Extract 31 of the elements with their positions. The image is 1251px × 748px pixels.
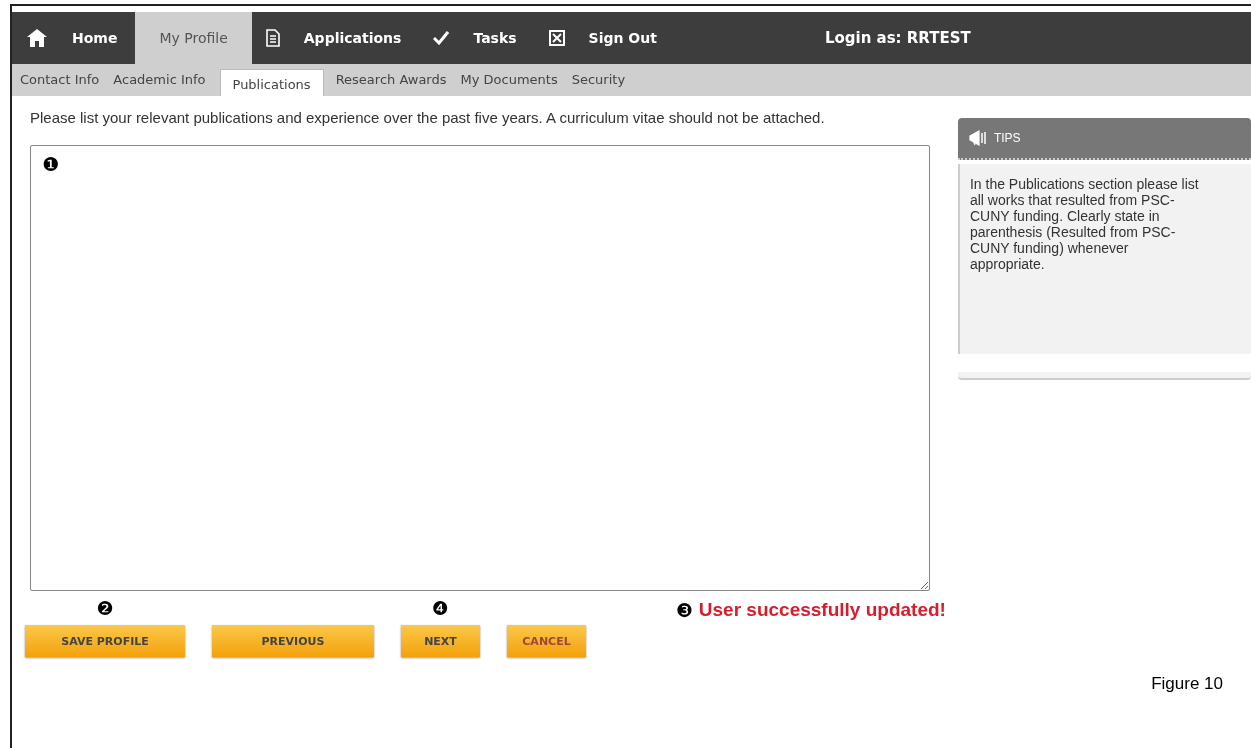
sub-tab[interactable]: Contact Info (20, 64, 112, 96)
publications-textarea[interactable] (30, 145, 930, 591)
nav-tab[interactable]: My Profile (135, 12, 252, 64)
tips-title: TIPS (993, 131, 1021, 145)
form-button[interactable]: CANCEL (507, 625, 586, 657)
form-button[interactable]: SAVE PROFILE (25, 625, 185, 657)
callout-number: ❹ (431, 597, 449, 619)
sub-tab[interactable]: Security (571, 64, 638, 96)
success-message: User successfully updated! (698, 599, 946, 621)
sub-tab[interactable]: Academic Info (113, 64, 218, 96)
house-icon (26, 28, 48, 48)
document-icon (265, 29, 280, 47)
nav-tab[interactable]: Sign Out (574, 12, 671, 64)
nav-tab[interactable]: Applications (289, 12, 416, 64)
sub-tab[interactable]: Research Awards (335, 64, 459, 96)
login-label: Login as: RRTEST (824, 29, 971, 47)
sub-tab[interactable]: My Documents (460, 64, 570, 96)
callout-number: ❶ (42, 153, 60, 175)
nav-tab[interactable]: Tasks (459, 12, 531, 64)
tips-text: In the Publications section please list all works that resulted from PSC-CUNY funding. Clearly state in parenthesis (Resulted from PSC-CUNY funding) whenever appropriate. (957, 164, 1251, 354)
checkmark-icon (433, 31, 450, 45)
sub-tab[interactable]: Publications (219, 69, 324, 96)
form-button[interactable]: NEXT (401, 625, 480, 657)
close-box-icon (548, 30, 565, 46)
megaphone-icon (967, 130, 988, 146)
callout-number: ❸ (675, 599, 693, 621)
form-button[interactable]: PREVIOUS (212, 625, 374, 657)
nav-tab[interactable]: Home (58, 12, 132, 64)
figure-caption: Figure 10 (1151, 674, 1223, 694)
callout-number: ❷ (96, 597, 114, 619)
instructions-text: Please list your relevant publications and experience over the past five years. A curriculum vitae should not be attached. (30, 108, 826, 127)
